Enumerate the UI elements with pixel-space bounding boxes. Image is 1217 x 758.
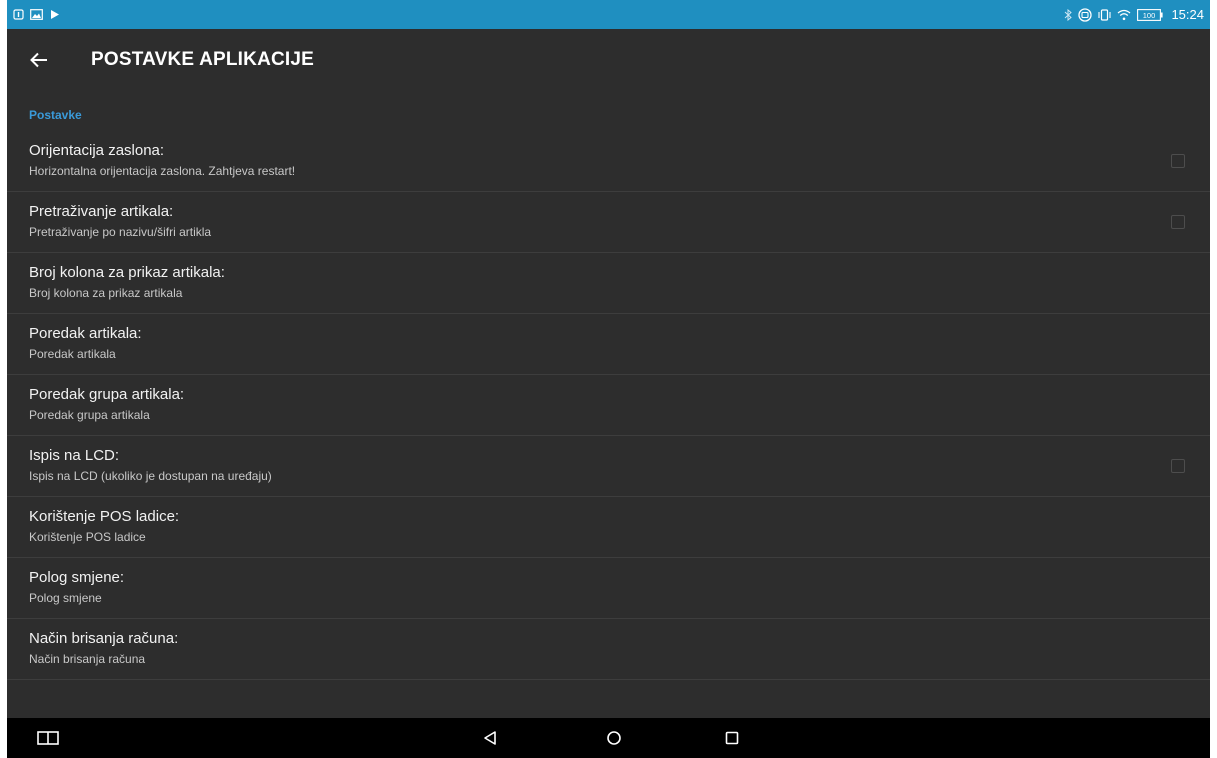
navigation-bar [7, 718, 1210, 758]
preference-title: Ispis na LCD: [29, 447, 120, 464]
preference-item[interactable]: Orijentacija zaslona: Horizontalna orijen… [7, 131, 1210, 192]
status-bar-right: 100 15:24 [1064, 7, 1204, 22]
preferences-list: Postavke Orijentacija zaslona: Horizontal… [7, 91, 1210, 680]
back-button[interactable] [15, 36, 63, 84]
nav-overview-button[interactable] [712, 718, 752, 758]
vibrate-icon [1098, 8, 1112, 21]
wifi-icon [1117, 9, 1131, 21]
preference-item[interactable]: Poredak grupa artikala: Poredak grupa art… [7, 375, 1210, 436]
play-store-icon [49, 9, 60, 20]
app-bar: POSTAVKE APLIKACIJE [7, 29, 1210, 91]
status-time: 15:24 [1171, 7, 1204, 22]
nav-back-button[interactable] [470, 718, 510, 758]
home-circle-icon [607, 731, 621, 745]
preference-summary: Način brisanja računa [29, 652, 146, 666]
preference-title: Način brisanja računa: [29, 630, 179, 647]
preference-title: Broj kolona za prikaz artikala: [29, 264, 225, 281]
preference-title: Orijentacija zaslona: [29, 142, 165, 159]
status-bar-left [13, 9, 60, 20]
preference-summary: Poredak artikala [29, 347, 116, 361]
split-screen-button[interactable] [28, 718, 68, 758]
preference-checkbox[interactable] [1171, 154, 1185, 168]
page-title: POSTAVKE APLIKACIJE [91, 49, 315, 70]
arrow-back-icon [30, 52, 47, 68]
preference-title: Pretraživanje artikala: [29, 203, 174, 220]
preference-item[interactable]: Broj kolona za prikaz artikala: Broj kolo… [7, 253, 1210, 314]
preference-checkbox[interactable] [1171, 215, 1185, 229]
image-icon [30, 9, 43, 20]
preference-summary: Korištenje POS ladice [29, 530, 146, 544]
overview-square-icon [725, 731, 739, 745]
preference-item[interactable]: Ispis na LCD: Ispis na LCD (ukoliko je do… [7, 436, 1210, 497]
notification-icon [13, 9, 24, 20]
bluetooth-icon [1064, 8, 1073, 21]
preference-items: Orijentacija zaslona: Horizontalna orijen… [7, 131, 1210, 680]
app-window: 100 15:24 POSTAVKE APLIKACIJE Postavke O… [7, 0, 1210, 758]
preference-summary: Broj kolona za prikaz artikala [29, 286, 183, 300]
section-header: Postavke [29, 108, 82, 122]
preference-item[interactable]: Polog smjene: Polog smjene [7, 558, 1210, 619]
preference-item[interactable]: Poredak artikala: Poredak artikala [7, 314, 1210, 375]
preference-summary: Poredak grupa artikala [29, 408, 150, 422]
battery-icon: 100 [1137, 8, 1164, 21]
preference-summary: Polog smjene [29, 591, 102, 605]
preference-summary: Horizontalna orijentacija zaslona. Zahtj… [29, 164, 296, 178]
nav-home-button[interactable] [594, 718, 634, 758]
preference-title: Poredak artikala: [29, 325, 142, 342]
preference-title: Polog smjene: [29, 569, 125, 586]
status-bar: 100 15:24 [7, 0, 1210, 29]
preference-item[interactable]: Pretraživanje artikala: Pretraživanje po … [7, 192, 1210, 253]
recent-apps-split-icon [37, 731, 59, 745]
preference-title: Poredak grupa artikala: [29, 386, 185, 403]
sync-icon [1078, 7, 1093, 22]
preference-summary: Ispis na LCD (ukoliko je dostupan na ure… [29, 469, 272, 483]
preference-checkbox[interactable] [1171, 459, 1185, 473]
preference-item[interactable]: Korištenje POS ladice: Korištenje POS lad… [7, 497, 1210, 558]
back-triangle-icon [484, 731, 496, 745]
battery-level: 100 [1143, 11, 1156, 20]
preference-title: Korištenje POS ladice: [29, 508, 180, 525]
preference-item[interactable]: Način brisanja računa: Način brisanja rač… [7, 619, 1210, 680]
preference-summary: Pretraživanje po nazivu/šifri artikla [29, 225, 212, 239]
